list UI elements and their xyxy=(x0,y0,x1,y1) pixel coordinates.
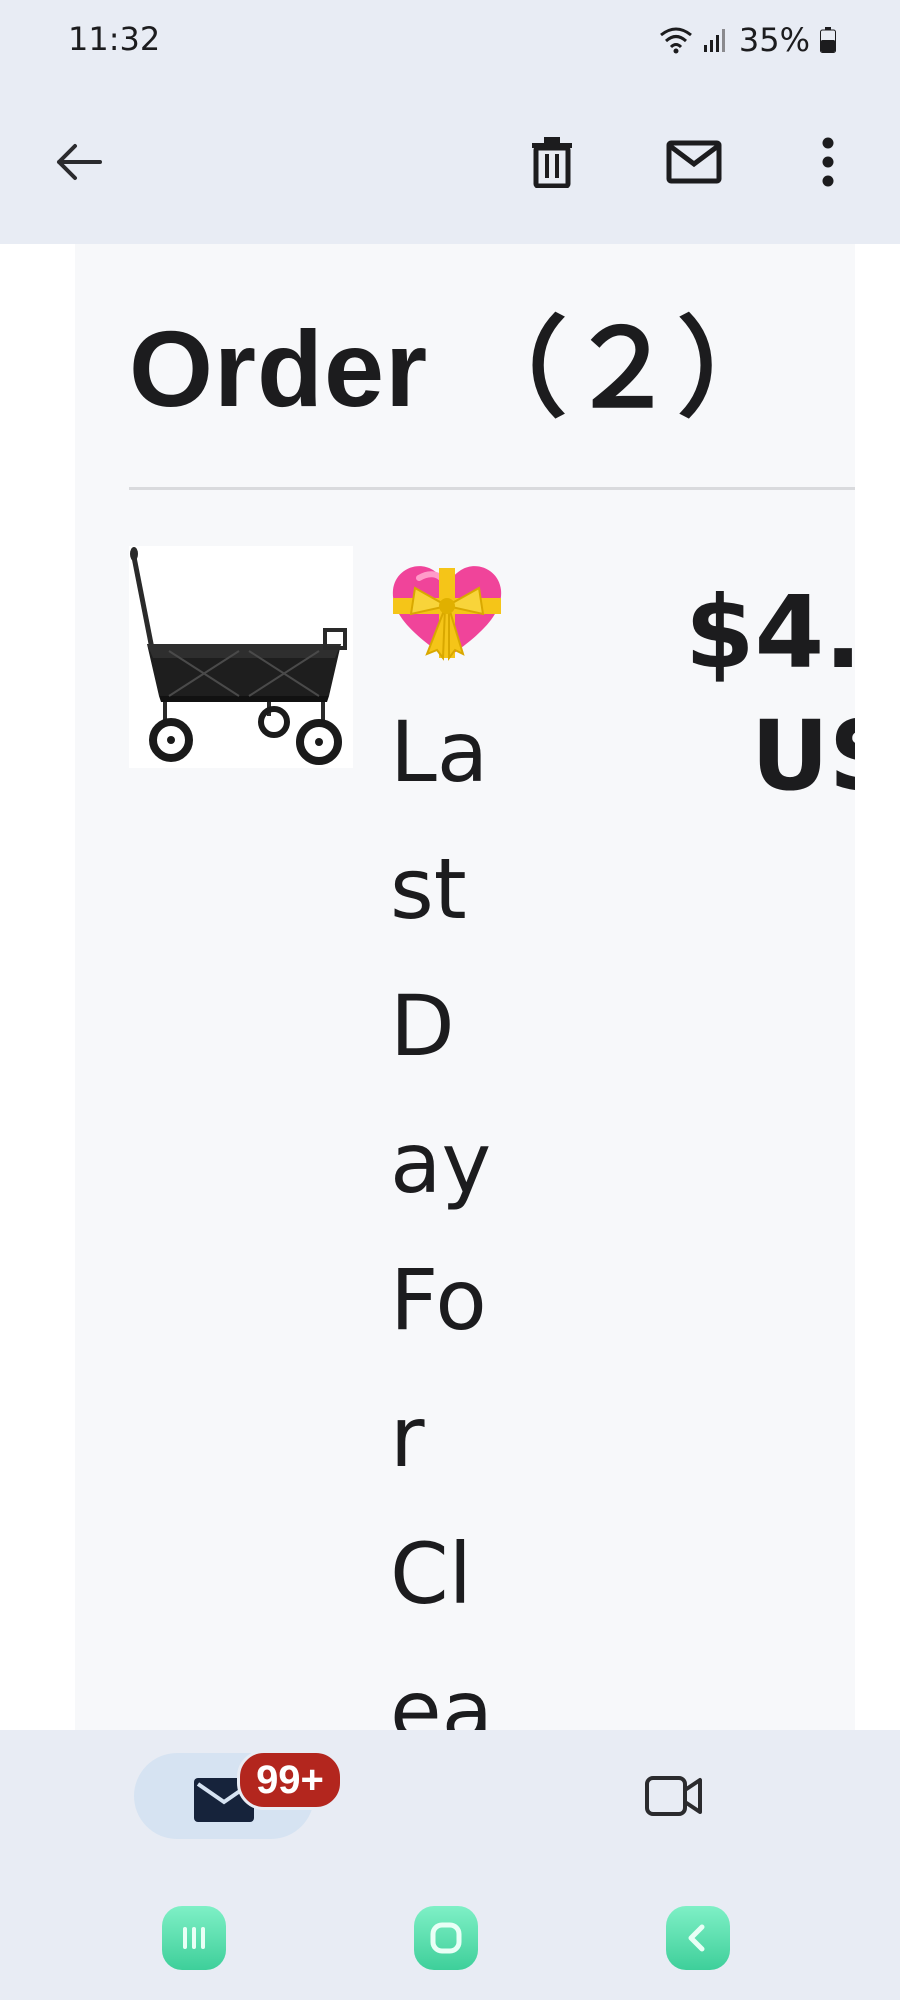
status-time: 11:32 xyxy=(68,20,161,58)
signal-icon xyxy=(703,27,729,53)
product-name[interactable]: Last Day For Clea xyxy=(390,684,505,1730)
delete-button[interactable] xyxy=(512,122,592,202)
recent-apps-button[interactable] xyxy=(162,1906,226,1970)
battery-icon xyxy=(820,27,836,53)
status-indicators: 35% xyxy=(659,20,836,60)
order-section-title: Order （２） xyxy=(129,308,787,429)
mark-unread-icon xyxy=(666,140,722,184)
back-icon xyxy=(688,1924,705,1952)
battery-level: 35% xyxy=(738,21,810,59)
back-button[interactable] xyxy=(38,122,118,202)
unread-count-badge: 99+ xyxy=(237,1750,343,1810)
delete-icon xyxy=(532,137,572,188)
section-divider xyxy=(129,487,855,490)
bottom-navigation: 99+ xyxy=(0,1730,900,2000)
product-image[interactable] xyxy=(129,546,353,768)
wagon-image xyxy=(129,546,353,768)
email-content-area: Order （２） Last Day For Clea $4. U xyxy=(75,244,900,1730)
right-gutter xyxy=(855,244,900,1730)
home-button[interactable] xyxy=(414,1906,478,1970)
recent-apps-icon xyxy=(183,1927,205,1949)
mark-unread-button[interactable] xyxy=(654,122,734,202)
video-camera-icon[interactable] xyxy=(644,1772,704,1825)
email-toolbar xyxy=(0,82,900,244)
home-icon xyxy=(430,1922,462,1954)
wifi-icon xyxy=(659,26,693,54)
system-back-button[interactable] xyxy=(666,1906,730,1970)
back-arrow-icon xyxy=(57,144,102,180)
more-options-icon xyxy=(822,137,834,187)
gift-heart-icon xyxy=(389,562,505,662)
more-options-button[interactable] xyxy=(788,122,868,202)
email-body: Order （２） Last Day For Clea $4. U xyxy=(0,244,900,1730)
status-bar: 11:32 35% xyxy=(0,0,900,82)
